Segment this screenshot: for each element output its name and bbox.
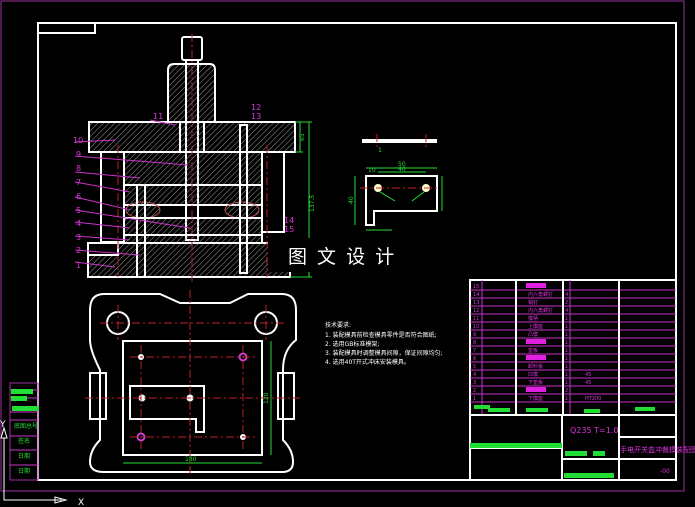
- stamp-label: 底图总号: [14, 422, 38, 430]
- part-label: 9: [76, 150, 81, 159]
- bom-material: HT200: [585, 396, 601, 402]
- bom-no: 13: [473, 300, 479, 306]
- part-drawing[interactable]: 50 40 10 40 1: [348, 134, 443, 231]
- dimension-label: 40: [348, 196, 355, 204]
- bom-name: 模柄: [528, 315, 538, 322]
- stamp-label: 日期: [18, 452, 30, 460]
- bom-qty: 4: [565, 308, 568, 314]
- bom-qty: 1: [565, 324, 568, 330]
- drawing-title: 手电开关盒冲裁模装配图: [620, 445, 695, 454]
- bom-no: 9: [473, 332, 476, 338]
- bom-name-block: [526, 355, 546, 360]
- bom-no: 5: [473, 364, 476, 370]
- dimension-label: 65: [299, 133, 306, 141]
- svg-text:技术要求:: 技术要求:: [325, 321, 351, 329]
- dimension-label: 1: [378, 147, 382, 154]
- bom-name: 内六角螺钉: [528, 291, 553, 298]
- side-stamp: 底图总号 签名 日期 日期: [10, 389, 39, 475]
- cad-canvas[interactable]: 底图总号 签名 日期 日期 Y X 1 2 3 4 5 6 7 8 9 10 1…: [0, 0, 695, 507]
- bom-qty: 1: [565, 396, 568, 402]
- dimension-label: 137.5: [309, 195, 316, 212]
- bom-name: 下垫板: [528, 379, 543, 386]
- stamp-label: 签名: [18, 437, 30, 445]
- part-label: 13: [251, 112, 261, 121]
- bom-name: 卸料板: [528, 363, 543, 370]
- svg-text:图 文 设 计: 图 文 设 计: [288, 246, 396, 268]
- bom-name-block: [526, 283, 546, 288]
- bom-no: 3: [473, 380, 476, 386]
- bom-no: 14: [473, 292, 479, 298]
- watermark: 图 文 设 计: [268, 238, 428, 272]
- bom-name: 下模座: [528, 395, 543, 402]
- svg-text:3. 装配模具时调整模具间隙，保证间隙均匀;: 3. 装配模具时调整模具间隙，保证间隙均匀;: [325, 349, 443, 357]
- bom-name: 凸模: [528, 331, 538, 338]
- dimension-label: 180: [185, 456, 197, 463]
- part-label: 12: [251, 103, 261, 112]
- technical-requirements: 技术要求: 1. 装配模具前检查模具零件是否符合图纸; 2. 选用GB标准模架;…: [325, 321, 443, 366]
- part-label: 3: [76, 233, 81, 242]
- y-axis-label: Y: [0, 420, 6, 430]
- bom-name-block: [526, 339, 546, 344]
- ucs-axis-icon: Y X: [0, 420, 84, 507]
- bom-name: 垫板: [528, 347, 538, 354]
- bom-no: 1: [473, 396, 476, 402]
- title-block[interactable]: Q235 T=1.0 手电开关盒冲裁模装配图 -00 1514 内六角螺钉 413 销…: [469, 279, 695, 481]
- drawing-number: -00: [660, 468, 670, 475]
- part-label: 15: [284, 225, 294, 234]
- part-label: 10: [73, 136, 83, 145]
- bom-no: 8: [473, 340, 476, 346]
- part-label: 1: [76, 261, 81, 270]
- bom-name: 凹模: [528, 371, 538, 378]
- part-label: 11: [153, 112, 163, 121]
- stamp-label: 日期: [18, 467, 30, 475]
- bom-qty: 1: [565, 348, 568, 354]
- bom-name: 上模座: [528, 323, 543, 330]
- bom-name: 销钉: [528, 299, 538, 306]
- bom-qty: 1: [565, 380, 568, 386]
- bom-no: 4: [473, 372, 476, 378]
- bom-no: 2: [473, 388, 476, 394]
- bom-qty: 2: [565, 388, 568, 394]
- bom-material: 45: [585, 380, 591, 386]
- dimension-label: 40: [398, 166, 406, 173]
- bom-material: 45: [585, 372, 591, 378]
- dimension-label: 120: [263, 392, 270, 404]
- bom-qty: 1: [565, 372, 568, 378]
- svg-text:1. 装配模具前检查模具零件是否符合图纸;: 1. 装配模具前检查模具零件是否符合图纸;: [325, 331, 437, 339]
- bom-no: 6: [473, 356, 476, 362]
- bom-no: 7: [473, 348, 476, 354]
- bom-qty: 1: [565, 364, 568, 370]
- svg-text:4. 选用40T开式冲床安装模具。: 4. 选用40T开式冲床安装模具。: [325, 358, 410, 366]
- part-label: 14: [284, 216, 294, 225]
- part-label: 6: [76, 192, 81, 201]
- part-label: 8: [76, 164, 81, 173]
- part-label: 7: [76, 178, 81, 187]
- material-label: Q235 T=1.0: [570, 426, 618, 435]
- bom-name: 内六角螺钉: [528, 307, 553, 314]
- bom-qty: 1: [565, 356, 568, 362]
- bom-no: 12: [473, 308, 479, 314]
- bom-qty: 2: [565, 300, 568, 306]
- part-label: 5: [76, 206, 81, 215]
- bom-name-block: [526, 387, 546, 392]
- bom-qty: 4: [565, 292, 568, 298]
- bom-no: 15: [473, 284, 479, 290]
- dimension-label: 10: [368, 167, 376, 174]
- bom-qty: 1: [565, 340, 568, 346]
- svg-text:2. 选用GB标准模架;: 2. 选用GB标准模架;: [325, 340, 379, 348]
- part-label: 4: [76, 219, 81, 228]
- bom-no: 10: [473, 324, 479, 330]
- bom-qty: 1: [565, 316, 568, 322]
- bom-qty: 1: [565, 332, 568, 338]
- bom-no: 11: [473, 316, 479, 322]
- part-label: 2: [76, 246, 81, 255]
- plan-view[interactable]: 180 120: [85, 290, 300, 476]
- x-axis-label: X: [78, 498, 84, 507]
